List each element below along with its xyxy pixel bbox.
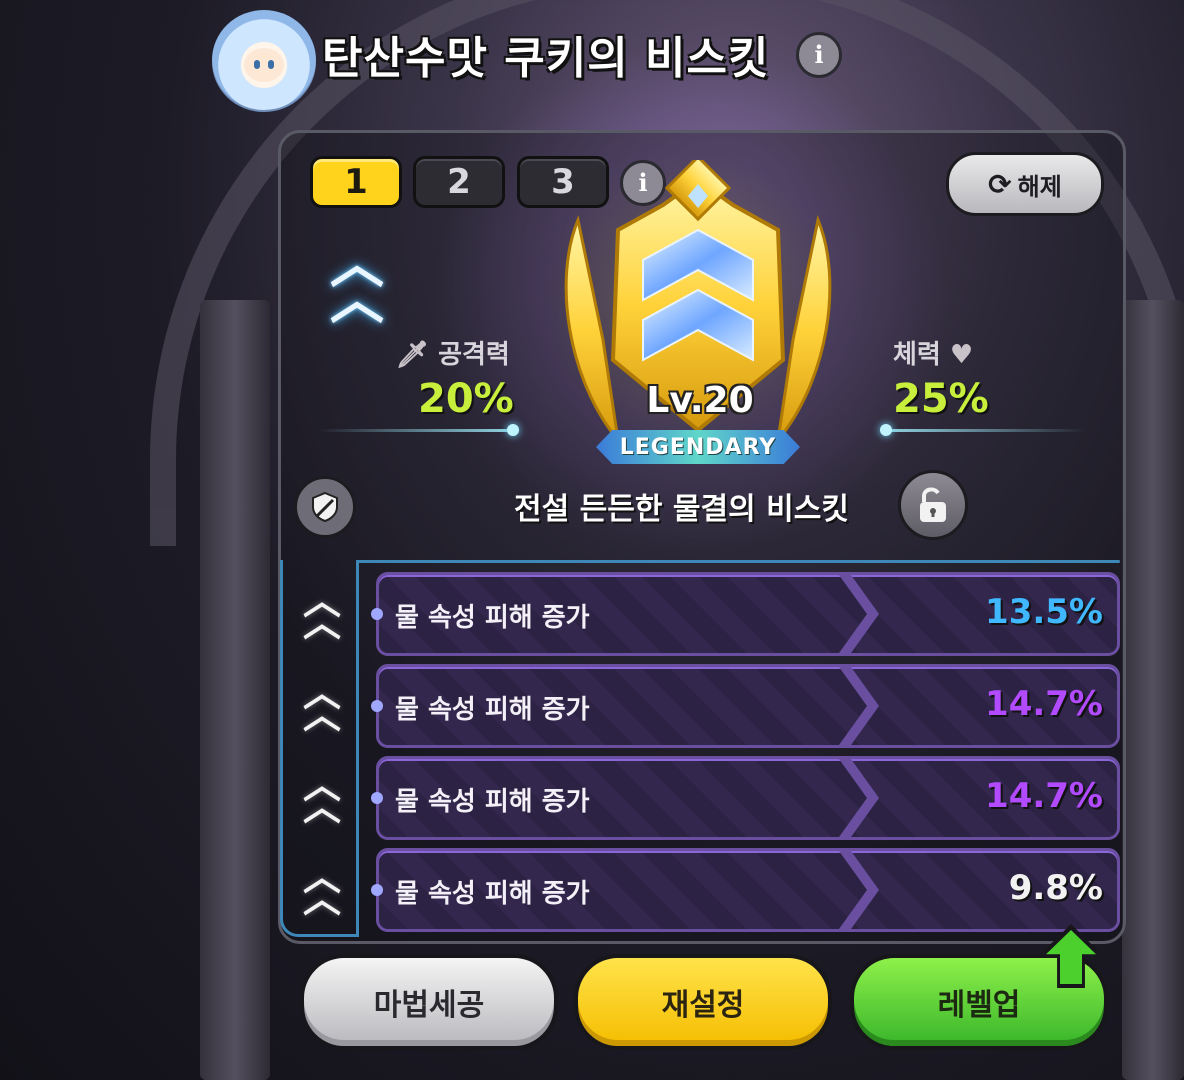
substat-divider-arrow xyxy=(839,667,879,745)
sword-icon: 🗡 xyxy=(396,340,430,370)
shield-sword-icon xyxy=(312,491,338,523)
substat-connector-dot xyxy=(371,884,383,896)
substat-3-rank-icon: ︿ ︿ xyxy=(302,763,341,829)
substat-row-4[interactable]: 물 속성 피해 증가 9.8% xyxy=(371,848,1120,932)
background-pillar-left xyxy=(200,300,270,1080)
substat-name: 물 속성 피해 증가 xyxy=(395,603,590,633)
unequip-button[interactable]: ⟳ 해제 xyxy=(946,152,1104,216)
background-pillar-right xyxy=(1122,300,1184,1080)
substat-divider-arrow xyxy=(839,575,879,653)
hp-label-text: 체력 xyxy=(893,340,941,370)
substat-rail-vertical xyxy=(356,560,359,934)
substat-connector-dot xyxy=(371,792,383,804)
biscuit-set-name: 전설 든든한 물결의 비스킷 xyxy=(514,492,849,527)
hp-stat-value: 25% xyxy=(893,376,989,422)
avatar-eye-left xyxy=(254,60,260,69)
avatar-eye-right xyxy=(268,60,274,69)
substat-name: 물 속성 피해 증가 xyxy=(395,879,590,909)
substat-value: 14.7% xyxy=(985,776,1103,816)
set-effect-shield-button[interactable] xyxy=(294,476,356,538)
substat-row-3[interactable]: 물 속성 피해 증가 14.7% xyxy=(371,756,1120,840)
substat-2-rank-icon: ︿ ︿ xyxy=(302,671,341,737)
hp-stat-line xyxy=(886,429,1086,432)
reset-button[interactable]: 재설정 xyxy=(574,954,832,1050)
attack-stat-label: 🗡 공격력 xyxy=(396,334,510,371)
soda-cookie-avatar-icon xyxy=(212,10,316,110)
attack-stat-value: 20% xyxy=(418,376,514,422)
unequip-label: 해제 xyxy=(1017,172,1062,201)
substat-value: 9.8% xyxy=(1008,868,1103,908)
tab-preset-1[interactable]: 1 xyxy=(310,156,402,208)
attack-stat-dot xyxy=(507,424,519,436)
substat-divider-arrow xyxy=(839,851,879,929)
tab-preset-2[interactable]: 2 xyxy=(413,156,505,208)
substat-divider-arrow xyxy=(839,759,879,837)
magic-craft-button[interactable]: 마법세공 xyxy=(300,954,558,1050)
substat-name: 물 속성 피해 증가 xyxy=(395,695,590,725)
grade-label: LEGENDARY xyxy=(619,434,777,460)
hp-stat-label: 체력 ♥ xyxy=(893,334,973,371)
heart-icon: ♥ xyxy=(949,340,974,370)
substat-row-2[interactable]: 물 속성 피해 증가 14.7% xyxy=(371,664,1120,748)
page-title: 탄산수맛 쿠키의 비스킷 xyxy=(322,33,770,84)
biscuit-level: Lv.20 xyxy=(646,380,754,421)
substat-4-rank-icon: ︿ ︿ xyxy=(302,855,341,921)
hp-stat-dot xyxy=(880,424,892,436)
refresh-icon: ⟳ xyxy=(988,167,1012,201)
substat-value: 13.5% xyxy=(985,592,1103,632)
substat-row-1[interactable]: 물 속성 피해 증가 13.5% xyxy=(371,572,1120,656)
unlocked-padlock-icon xyxy=(920,487,946,522)
attack-stat-line xyxy=(318,429,512,432)
substat-connector-dot xyxy=(371,700,383,712)
lock-toggle-button[interactable] xyxy=(898,470,968,540)
substat-name: 물 속성 피해 증가 xyxy=(395,787,590,817)
substat-connector-dot xyxy=(371,608,383,620)
substat-value: 14.7% xyxy=(985,684,1103,724)
title-info-icon[interactable]: i xyxy=(796,32,842,78)
substat-1-rank-icon: ︿ ︿ xyxy=(302,579,341,645)
avatar-face xyxy=(244,48,284,82)
substat-rail-top xyxy=(356,560,1120,563)
attack-label-text: 공격력 xyxy=(438,340,510,370)
grade-badge: LEGENDARY xyxy=(596,430,800,464)
double-chevron-rank-icon: ︿ ︿ xyxy=(330,232,384,331)
